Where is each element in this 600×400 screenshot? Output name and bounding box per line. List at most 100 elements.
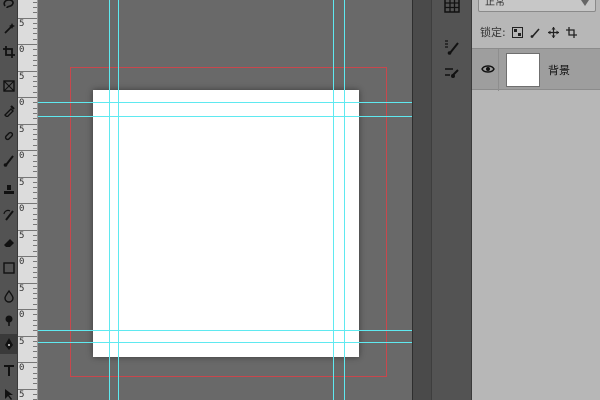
ruler-tick <box>33 224 37 226</box>
ruler-tick <box>33 319 37 321</box>
ruler-label: 5 <box>19 389 25 400</box>
ruler-tick <box>33 314 37 316</box>
blend-mode-select[interactable]: 正常 <box>478 0 596 12</box>
blur-icon[interactable] <box>0 286 18 306</box>
ruler-tick <box>33 160 37 162</box>
ruler-label: 0 <box>19 310 25 320</box>
ruler-tick <box>33 383 37 385</box>
ruler-tick <box>33 393 37 395</box>
ruler-tick <box>33 81 37 83</box>
ruler-tick <box>33 234 37 236</box>
ruler-tick <box>33 38 37 40</box>
crop-icon[interactable] <box>0 42 18 62</box>
ruler-tick <box>33 102 37 104</box>
ruler-tick <box>33 324 37 326</box>
ruler-label: 5 <box>19 18 25 29</box>
ruler-tick <box>33 165 37 167</box>
ruler-tick <box>33 155 37 157</box>
ruler-tick <box>33 112 37 114</box>
guide-horizontal[interactable] <box>38 330 412 331</box>
layer-name[interactable]: 背景 <box>548 62 570 78</box>
gradient-icon[interactable] <box>0 258 18 278</box>
canvas-workspace[interactable] <box>38 0 412 400</box>
blend-mode-row: 正常 <box>472 0 600 16</box>
ruler-tick <box>33 377 37 379</box>
guide-vertical[interactable] <box>118 0 119 400</box>
ruler-tick <box>33 250 37 252</box>
ruler-tick <box>33 218 37 220</box>
ruler-tick <box>33 75 37 77</box>
ruler-label: 0 <box>19 45 25 55</box>
history-brush-icon[interactable] <box>0 205 18 225</box>
panel-divider[interactable] <box>412 0 432 400</box>
guide-vertical[interactable] <box>109 0 110 400</box>
ruler-tick <box>33 372 37 374</box>
lasso-icon[interactable] <box>0 0 18 14</box>
lock-row: 锁定: <box>472 22 600 42</box>
ruler-tick <box>33 330 37 332</box>
path-select-icon[interactable] <box>0 384 18 400</box>
ruler-tick <box>33 298 37 300</box>
blend-mode-value: 正常 <box>485 0 505 8</box>
frame-icon[interactable] <box>0 76 18 96</box>
lock-transparent-icon[interactable] <box>512 26 524 38</box>
ruler-tick <box>33 240 37 242</box>
brush-settings-icon[interactable] <box>440 36 464 58</box>
pen-icon[interactable] <box>0 334 18 354</box>
ruler-tick <box>33 261 37 263</box>
clone-stamp-icon[interactable] <box>0 180 18 200</box>
ruler-tick <box>33 303 37 305</box>
ruler-tick <box>33 1 37 3</box>
lock-label: 锁定: <box>480 26 506 39</box>
ruler-tick <box>33 293 37 295</box>
ruler-label: 0 <box>19 257 25 267</box>
ruler-tick <box>33 54 37 56</box>
guide-horizontal[interactable] <box>38 102 412 103</box>
eye-icon[interactable] <box>481 63 495 75</box>
ruler-tick <box>33 287 37 289</box>
magic-wand-icon[interactable] <box>0 18 18 38</box>
ruler-tick <box>33 245 37 247</box>
ruler-tick <box>33 367 37 369</box>
lock-paint-icon[interactable] <box>530 26 542 38</box>
layer-thumbnail[interactable] <box>506 53 540 87</box>
ruler-label: 0 <box>19 204 25 214</box>
ruler-tick <box>33 86 37 88</box>
ruler-tick <box>33 128 37 130</box>
ruler-tick <box>33 33 37 35</box>
vertical-ruler[interactable]: 5 0 5 0 5 0 5 0 5 0 5 0 5 0 5 <box>18 0 38 400</box>
guide-vertical[interactable] <box>344 0 345 400</box>
ruler-label: 5 <box>19 71 25 82</box>
ruler-tick <box>33 340 37 342</box>
tool-presets-icon[interactable] <box>440 62 464 84</box>
ruler-tick <box>33 208 37 210</box>
ruler-tick <box>33 91 37 93</box>
ruler-label: 5 <box>19 283 25 294</box>
ruler-label: 0 <box>19 151 25 161</box>
ruler-tick <box>33 192 37 194</box>
ruler-tick <box>33 12 37 14</box>
ruler-tick <box>33 181 37 183</box>
eyedropper-icon[interactable] <box>0 100 18 120</box>
ruler-label: 0 <box>19 363 25 373</box>
eraser-icon[interactable] <box>0 232 18 252</box>
guide-horizontal[interactable] <box>38 116 412 117</box>
lock-artboard-icon[interactable] <box>566 26 578 38</box>
grid-icon[interactable] <box>440 0 464 16</box>
guide-horizontal[interactable] <box>38 342 412 343</box>
type-icon[interactable] <box>0 360 18 380</box>
ruler-label: 5 <box>19 124 25 135</box>
lock-move-icon[interactable] <box>548 26 560 38</box>
ruler-label: 0 <box>19 98 25 108</box>
ruler-tick <box>33 49 37 51</box>
layers-panel: 正常 锁定: 背景 <box>472 0 600 400</box>
brush-icon[interactable] <box>0 150 18 170</box>
ruler-label: 5 <box>19 177 25 188</box>
ruler-tick <box>33 187 37 189</box>
ruler-tick <box>33 271 37 273</box>
layer-row[interactable]: 背景 <box>472 48 600 91</box>
dodge-icon[interactable] <box>0 310 18 330</box>
guide-vertical[interactable] <box>333 0 334 400</box>
ruler-tick <box>33 144 37 146</box>
healing-brush-icon[interactable] <box>0 126 18 146</box>
